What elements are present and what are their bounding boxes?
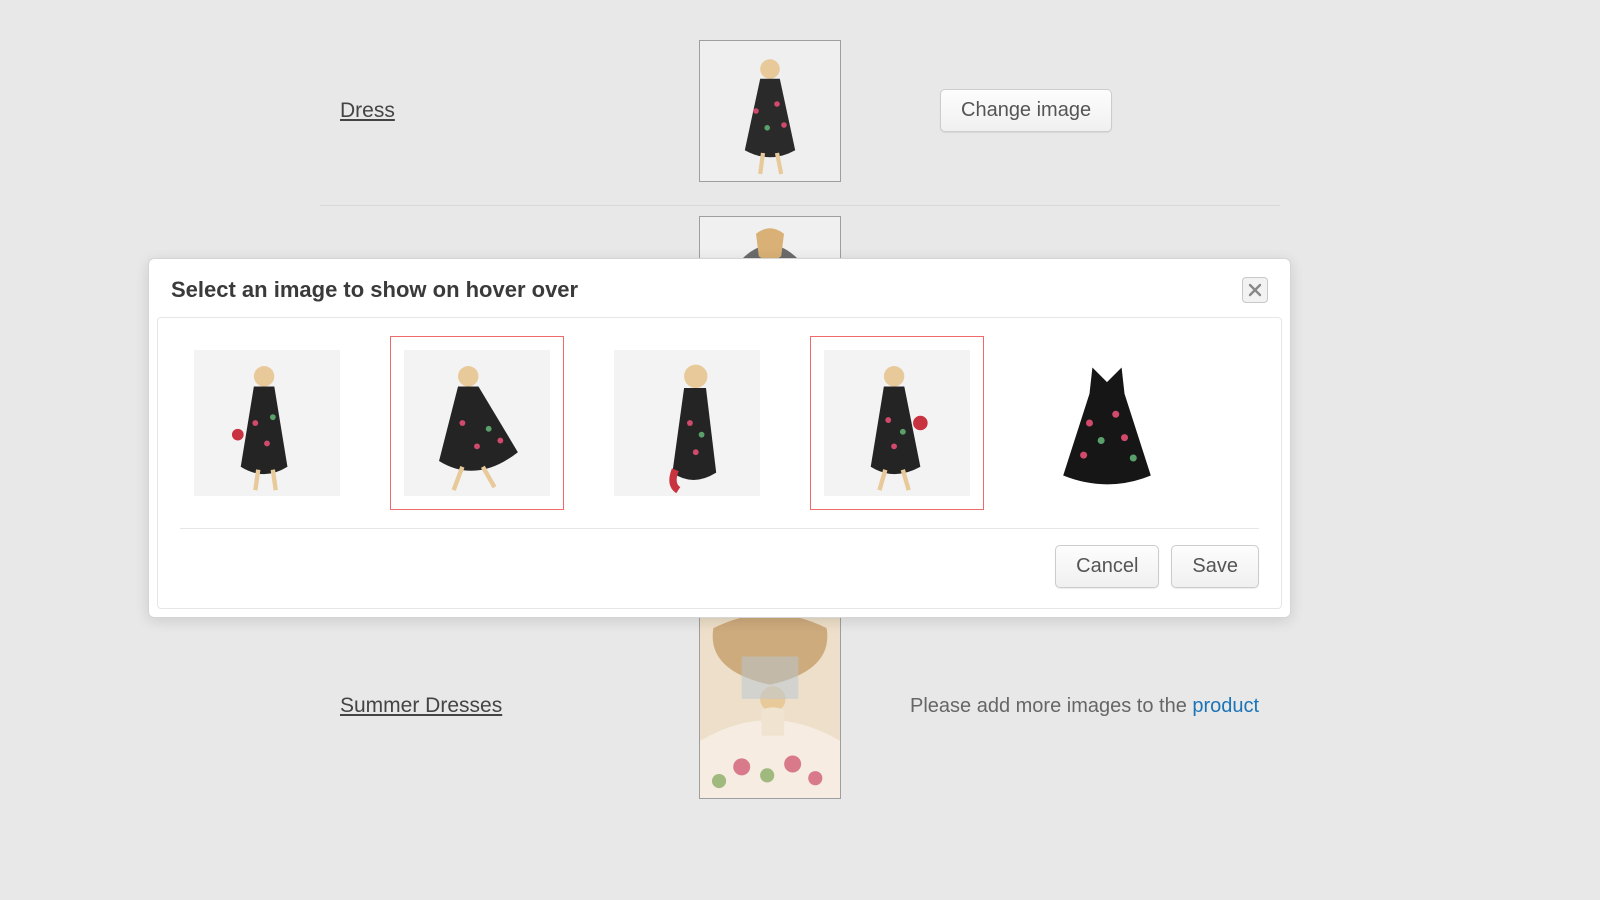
summer-dress-illustration xyxy=(700,614,840,798)
image-option-thumb xyxy=(614,350,760,496)
save-button[interactable]: Save xyxy=(1171,545,1259,588)
add-images-text: Please add more images to the xyxy=(910,695,1192,717)
product-action-cell: Please add more images to the product xyxy=(890,695,1280,718)
product-name-cell: Dress xyxy=(320,99,650,123)
image-option-3[interactable] xyxy=(810,336,984,510)
image-option-4[interactable] xyxy=(1020,336,1194,510)
image-option-2[interactable] xyxy=(600,336,774,510)
image-picker xyxy=(180,332,1259,528)
image-option-thumb xyxy=(194,350,340,496)
product-name-link[interactable]: Summer Dresses xyxy=(340,694,502,717)
image-option-thumb xyxy=(1034,350,1180,496)
select-hover-image-modal: Select an image to show on hover over xyxy=(148,258,1291,618)
product-thumbnail[interactable] xyxy=(699,613,841,799)
product-thumbnail[interactable] xyxy=(699,40,841,182)
dress-illustration xyxy=(700,41,840,181)
product-row: Dress Change image xyxy=(320,16,1280,206)
product-name-cell: Summer Dresses xyxy=(320,694,650,718)
image-option-0[interactable] xyxy=(180,336,354,510)
modal-footer: Cancel Save xyxy=(180,528,1259,588)
modal-close-button[interactable] xyxy=(1242,277,1268,303)
modal-header: Select an image to show on hover over xyxy=(157,267,1282,317)
add-images-message: Please add more images to the product xyxy=(910,695,1259,718)
product-action-cell: Change image xyxy=(890,89,1280,132)
change-image-button[interactable]: Change image xyxy=(940,89,1112,132)
product-link[interactable]: product xyxy=(1192,695,1259,717)
image-option-thumb xyxy=(824,350,970,496)
cancel-button[interactable]: Cancel xyxy=(1055,545,1159,588)
product-image-cell xyxy=(650,40,890,182)
product-image-cell xyxy=(650,613,890,799)
image-option-thumb xyxy=(404,350,550,496)
product-row: Summer Dresses Please add more ima xyxy=(320,606,1280,806)
modal-body: Cancel Save xyxy=(157,317,1282,609)
close-icon xyxy=(1248,283,1262,297)
modal-inner: Select an image to show on hover over xyxy=(149,259,1290,617)
product-name-link[interactable]: Dress xyxy=(340,99,395,122)
image-option-1[interactable] xyxy=(390,336,564,510)
modal-title: Select an image to show on hover over xyxy=(171,277,578,303)
